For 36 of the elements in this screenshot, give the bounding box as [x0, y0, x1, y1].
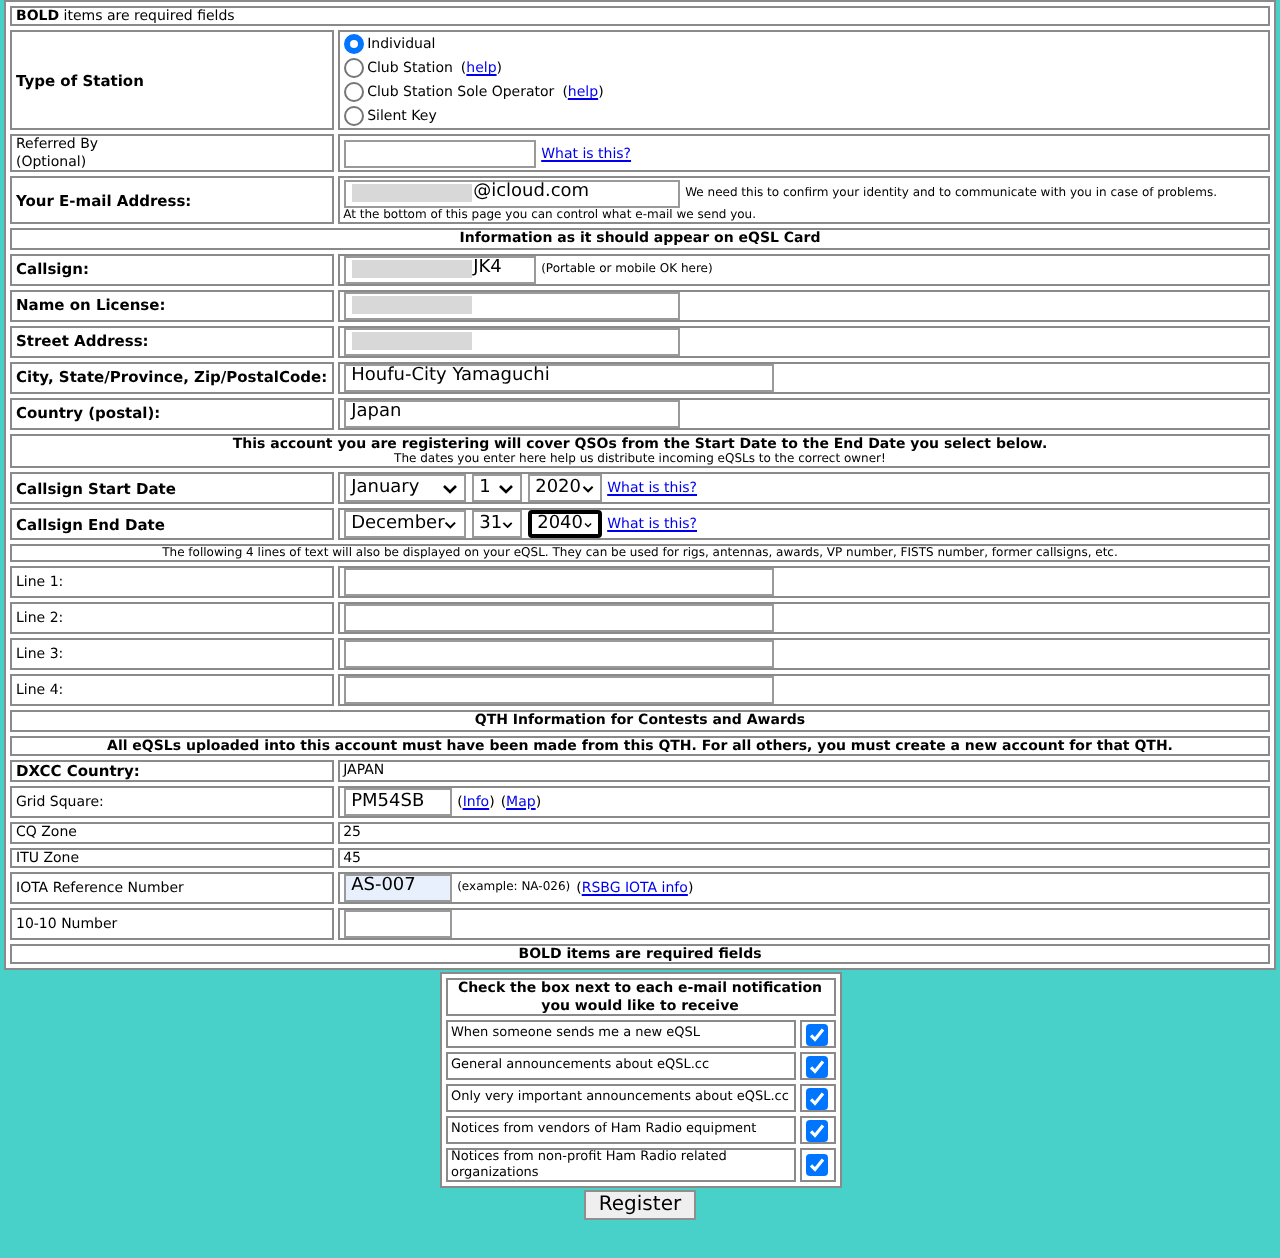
text-field[interactable] — [343, 676, 774, 705]
text-field[interactable] — [343, 139, 536, 168]
text-field[interactable]: @icloud.com — [343, 179, 680, 208]
radio-button[interactable] — [343, 58, 364, 79]
radio-button[interactable] — [343, 106, 364, 127]
text-field[interactable]: Japan — [343, 399, 680, 428]
chevron-down-icon — [581, 483, 594, 494]
text-field[interactable]: AS-007 — [343, 873, 452, 902]
text-field[interactable] — [343, 291, 680, 320]
dropdown[interactable]: 2040 — [527, 510, 602, 539]
chevron-down-icon — [583, 519, 592, 530]
text-field[interactable] — [343, 327, 680, 356]
radio-button[interactable] — [343, 82, 364, 103]
checkbox[interactable] — [806, 1154, 828, 1177]
text-field[interactable] — [343, 640, 774, 669]
checkbox[interactable] — [806, 1087, 828, 1110]
dropdown[interactable]: January — [343, 474, 466, 503]
text-field[interactable] — [343, 909, 452, 938]
register-button[interactable]: Register — [584, 1190, 696, 1220]
checkbox[interactable] — [806, 1023, 828, 1046]
chevron-down-icon — [497, 483, 514, 494]
radio-button[interactable] — [343, 34, 364, 55]
dropdown[interactable]: December — [343, 510, 466, 539]
dropdown[interactable]: 2020 — [527, 474, 602, 503]
chevron-down-icon — [444, 519, 458, 530]
text-field[interactable]: Houfu-City Yamaguchi — [343, 363, 774, 392]
text-field[interactable]: PM54SB — [343, 788, 452, 817]
checkbox[interactable] — [806, 1055, 828, 1078]
dropdown[interactable]: 1 — [471, 474, 522, 503]
text-field[interactable]: JK4 — [343, 255, 536, 284]
chevron-down-icon — [441, 483, 458, 494]
dropdown[interactable]: 31 — [471, 510, 522, 539]
text-field[interactable] — [343, 604, 774, 633]
chevron-down-icon — [502, 519, 514, 530]
checkbox[interactable] — [806, 1119, 828, 1142]
text-field[interactable] — [343, 568, 774, 597]
